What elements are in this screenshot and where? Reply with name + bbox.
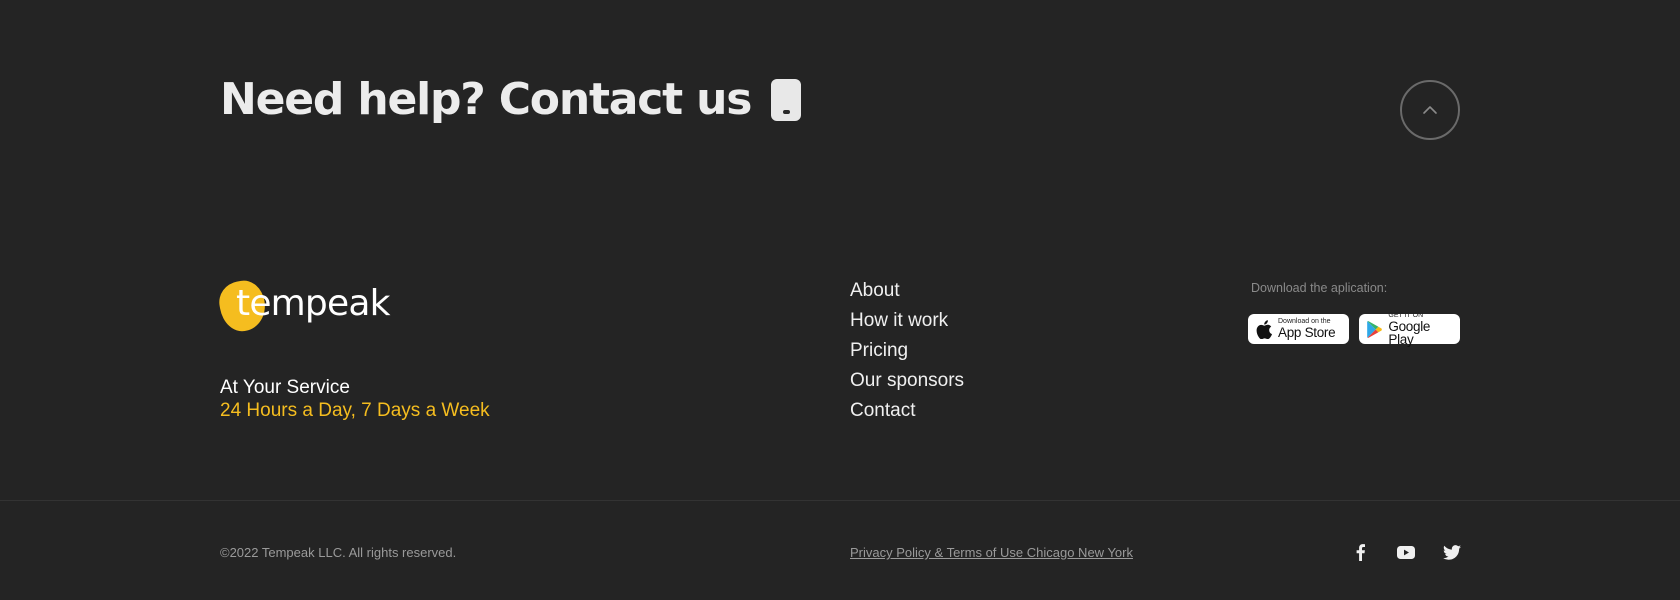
scroll-top-button[interactable] <box>1400 80 1460 140</box>
apple-icon <box>1256 319 1272 339</box>
facebook-icon <box>1356 543 1365 561</box>
nav-link-about[interactable]: About <box>850 280 900 301</box>
contact-heading-text: Need help? Contact us <box>220 74 752 125</box>
nav-item-how-it-work: How it work <box>850 309 964 339</box>
youtube-icon <box>1397 545 1415 559</box>
contact-heading: Need help? Contact us <box>220 74 802 125</box>
google-play-big-text: Google Play <box>1388 318 1431 347</box>
legal-link[interactable]: Privacy Policy & Terms of Use Chicago Ne… <box>850 545 1133 560</box>
nav-item-pricing: Pricing <box>850 339 964 369</box>
app-store-badge[interactable]: Download on the App Store <box>1248 314 1349 344</box>
app-store-text: Download on the App Store <box>1278 318 1336 341</box>
download-label: Download the aplication: <box>1251 281 1388 295</box>
twitter-link[interactable] <box>1442 543 1462 561</box>
nav-link-pricing[interactable]: Pricing <box>850 340 908 361</box>
google-play-small-text: GET IT ON <box>1388 311 1424 319</box>
tempeak-logo[interactable]: tempeak <box>216 277 390 335</box>
youtube-link[interactable] <box>1396 543 1416 561</box>
copyright-text: ©2022 Tempeak LLC. All rights reserved. <box>220 545 457 560</box>
nav-item-our-sponsors: Our sponsors <box>850 369 964 399</box>
google-play-icon <box>1367 320 1382 338</box>
footer-nav: About How it work Pricing Our sponsors C… <box>850 279 964 429</box>
nav-link-our-sponsors[interactable]: Our sponsors <box>850 370 964 391</box>
footer-divider <box>0 500 1680 501</box>
app-store-small-text: Download on the <box>1278 318 1331 326</box>
nav-item-about: About <box>850 279 964 309</box>
nav-link-contact[interactable]: Contact <box>850 400 915 421</box>
service-hours: 24 Hours a Day, 7 Days a Week <box>220 400 490 421</box>
nav-link-how-it-work[interactable]: How it work <box>850 310 948 331</box>
nav-item-contact: Contact <box>850 399 964 429</box>
google-play-text: GET IT ON Google Play <box>1388 312 1452 347</box>
app-store-big-text: App Store <box>1278 325 1336 341</box>
google-play-badge[interactable]: GET IT ON Google Play <box>1359 312 1460 347</box>
facebook-link[interactable] <box>1350 543 1370 561</box>
chevron-up-icon <box>1423 106 1437 114</box>
footer-section: Need help? Contact us tempeak At Your Se… <box>0 0 1680 600</box>
twitter-icon <box>1443 544 1461 560</box>
service-tagline: At Your Service <box>220 377 350 398</box>
logo-text: tempeak <box>236 283 390 324</box>
phone-icon <box>771 78 802 121</box>
